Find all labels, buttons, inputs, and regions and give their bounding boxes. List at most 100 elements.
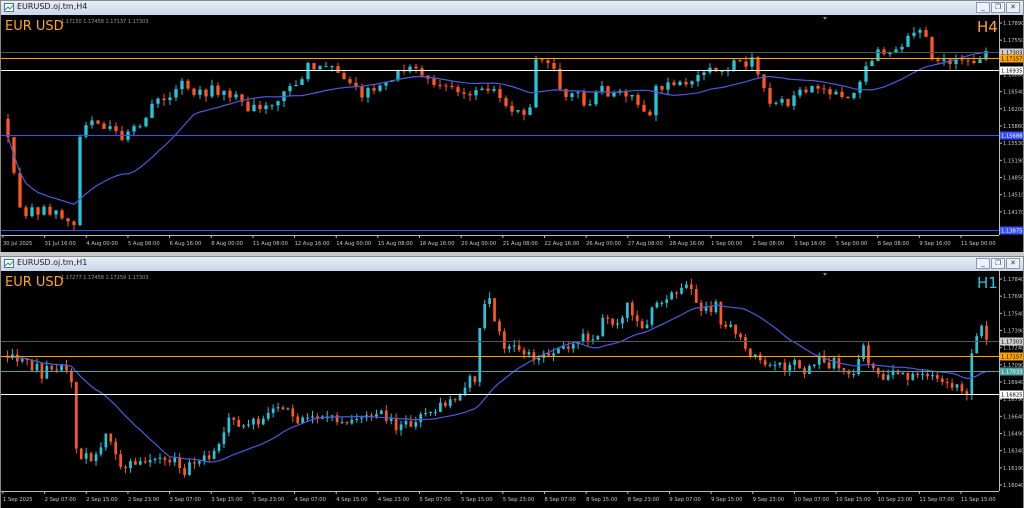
candle-body <box>74 382 78 449</box>
candle-body <box>158 457 162 459</box>
window-titlebar[interactable]: EURUSD.oj.tm,H4 _ ❐ ✕ <box>1 1 1023 16</box>
maximize-button[interactable]: ❐ <box>991 258 1005 269</box>
maximize-button[interactable]: ❐ <box>991 2 1005 13</box>
candle-body <box>193 462 196 464</box>
candle-body <box>6 118 10 138</box>
candle-body <box>138 461 142 465</box>
candle-body <box>689 284 693 290</box>
candle-body <box>557 348 560 354</box>
candle-body <box>906 35 910 47</box>
candle-body <box>685 284 688 288</box>
price-level-label: 1.15688 <box>1001 134 1022 140</box>
candle-body <box>271 408 275 413</box>
price-chart-h1[interactable]: 1.17840 1.17690 1.17540 1.17390 1.17240 1.170… <box>1 271 1023 508</box>
candle-body <box>404 421 408 425</box>
candle-body <box>912 32 916 36</box>
time-tick-label: 8 Sep 15:00 <box>586 497 617 503</box>
candle-body <box>680 287 683 294</box>
window-titlebar[interactable]: EURUSD.oj.tm,H1 _ ❐ ✕ <box>1 257 1023 272</box>
price-level-label: 1.16935 <box>1001 69 1022 75</box>
candle-body <box>886 375 890 380</box>
time-tick-label: 27 Aug 08:00 <box>628 241 663 247</box>
candle-body <box>810 86 814 93</box>
candle-body <box>611 318 614 325</box>
candle-body <box>419 414 423 423</box>
time-tick-label: 8 Sep 08:00 <box>878 241 909 247</box>
candle-body <box>493 298 496 322</box>
candle-body <box>180 80 184 90</box>
price-tick-label: 1.17540 <box>1003 311 1023 317</box>
candle-body <box>606 86 610 97</box>
candle-body <box>738 60 742 62</box>
time-tick-label: 11 Sep 15:00 <box>961 497 996 503</box>
price-level-label: 1.17157 <box>1001 355 1022 361</box>
candle-body <box>864 66 868 82</box>
time-tick-label: 15 Aug 08:00 <box>378 241 413 247</box>
price-chart-h4[interactable]: 1.178901.175501.172101.168801.165401.162… <box>1 15 1023 252</box>
candle-body <box>672 82 676 85</box>
candle-body <box>749 348 752 357</box>
candle-body <box>48 206 52 215</box>
candle-body <box>30 207 34 217</box>
candle-body <box>504 98 508 106</box>
candle-body <box>439 402 442 412</box>
candle-body <box>210 85 214 97</box>
time-tick-label: 3 Sep 07:00 <box>170 497 201 503</box>
close-button[interactable]: ✕ <box>1006 258 1020 269</box>
price-tick-label: 1.15190 <box>1003 158 1023 164</box>
candle-body <box>970 353 974 395</box>
candle-body <box>926 373 929 377</box>
candle-body <box>678 81 682 85</box>
candle-body <box>594 91 598 105</box>
candle-body <box>143 461 147 463</box>
symbol-label: EUR USD <box>5 275 64 290</box>
candle-body <box>212 450 216 459</box>
candle-body <box>670 292 674 300</box>
candle-body <box>985 325 988 340</box>
candle-body <box>744 61 748 67</box>
candle-body <box>252 418 255 425</box>
candle-body <box>778 362 782 365</box>
candle-body <box>798 360 801 369</box>
candle-body <box>311 416 314 418</box>
candle-body <box>124 466 127 469</box>
candle-body <box>257 418 260 425</box>
candle-body <box>168 460 172 463</box>
price-tick-label: 1.17690 <box>1003 294 1023 300</box>
candle-body <box>940 378 944 382</box>
candle-body <box>576 92 580 94</box>
candle-body <box>247 424 250 426</box>
candle-body <box>901 372 905 374</box>
candle-body <box>840 91 844 97</box>
candle-body <box>498 89 502 99</box>
candle-body <box>626 302 629 318</box>
candle-body <box>955 384 959 388</box>
candle-body <box>360 417 364 419</box>
candle-body <box>296 416 300 424</box>
candle-body <box>660 302 664 304</box>
candle-body <box>966 60 970 62</box>
candle-body <box>842 368 846 371</box>
candle-body <box>876 49 880 61</box>
close-button[interactable]: ✕ <box>1006 2 1020 13</box>
time-tick-label: 1 Sep 00:00 <box>711 241 742 247</box>
minimize-button[interactable]: _ <box>976 2 990 13</box>
candle-body <box>918 30 922 33</box>
time-tick-label: 26 Aug 00:00 <box>586 241 621 247</box>
candle-body <box>228 90 232 98</box>
candle-body <box>188 462 191 475</box>
chart-window-h4: EURUSD.oj.tm,H4 _ ❐ ✕ 1.17890 1.17550 1.17… <box>0 0 1024 252</box>
candle-body <box>281 407 285 410</box>
candle-body <box>60 210 64 219</box>
candle-body <box>732 60 736 71</box>
candle-body <box>758 354 762 361</box>
candle-body <box>601 317 605 337</box>
candle-body <box>786 99 790 106</box>
time-tick-label: 20 Aug 00:00 <box>461 241 496 247</box>
price-tick-label: 1.14510 <box>1003 193 1023 199</box>
time-tick-label: 3 Sep 23:00 <box>253 497 284 503</box>
minimize-button[interactable]: _ <box>976 258 990 269</box>
candle-body <box>348 79 352 83</box>
candle-body <box>882 49 886 55</box>
candle-body <box>756 57 760 75</box>
